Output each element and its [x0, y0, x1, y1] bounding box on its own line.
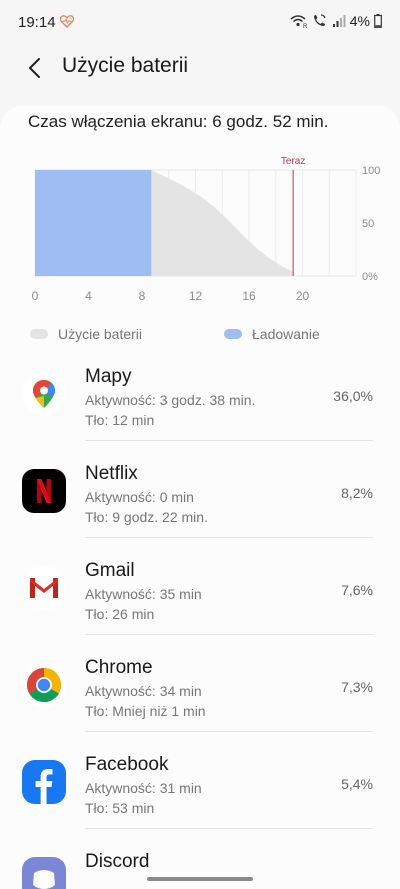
x-tick-label: 20 [296, 289, 310, 303]
app-row-gmail[interactable]: Gmail Aktywność: 35 min Tło: 26 min 7,6% [0, 538, 400, 635]
legend-usage-swatch [30, 329, 48, 339]
home-indicator[interactable] [147, 877, 253, 881]
app-name: Mapy [85, 366, 132, 387]
app-background-time: Tło: 53 min [85, 800, 155, 816]
app-active-time: Aktywność: 0 min [85, 489, 194, 505]
svg-text:R: R [303, 24, 308, 28]
app-usage-percent: 8,2% [341, 485, 373, 501]
app-name: Chrome [85, 657, 153, 678]
health-heart-icon [60, 15, 74, 28]
app-background-time: Tło: 9 godz. 22 min. [85, 509, 208, 525]
legend-charging-swatch [224, 329, 242, 339]
facebook-icon [22, 760, 66, 804]
app-active-time: Aktywność: 31 min [85, 780, 202, 796]
signal-icon [332, 15, 346, 27]
app-usage-percent: 36,0% [333, 388, 373, 404]
x-tick-label: 12 [189, 289, 203, 303]
x-tick-label: 0 [32, 289, 39, 303]
battery-percent: 4% [349, 13, 370, 29]
chrome-icon [22, 663, 66, 707]
app-bar: Użycie baterii [0, 44, 400, 100]
wifi-calling-icon: R [290, 15, 308, 28]
charging-area [35, 170, 152, 276]
app-usage-percent: 5,4% [341, 776, 373, 792]
status-time: 19:14 [18, 14, 56, 31]
y-tick-label: 0% [362, 271, 378, 283]
app-row-mapy[interactable]: Mapy Aktywność: 3 godz. 38 min. Tło: 12 … [0, 344, 400, 441]
chart-legend: Użycie baterii Ładowanie [0, 326, 400, 346]
legend-usage-label: Użycie baterii [58, 326, 143, 342]
legend-charging-label: Ładowanie [252, 326, 320, 342]
now-marker-label: Teraz [281, 156, 305, 167]
status-bar: 19:14 R 4% [0, 0, 400, 44]
battery-usage-chart: Teraz 100 50 0% 0 4 8 12 16 20 [0, 150, 400, 310]
page-title: Użycie baterii [62, 54, 189, 77]
discord-icon [22, 857, 66, 889]
app-background-time: Tło: 26 min [85, 606, 155, 622]
screen-time-summary: Czas włączenia ekranu: 6 godz. 52 min. [28, 112, 329, 131]
gmail-icon [22, 566, 66, 610]
legend-charging: Ładowanie [224, 326, 320, 342]
app-row-facebook[interactable]: Facebook Aktywność: 31 min Tło: 53 min 5… [0, 732, 400, 829]
battery-chart-svg: Teraz 100 50 0% 0 4 8 12 16 20 [32, 156, 381, 303]
y-tick-label: 50 [362, 218, 374, 230]
app-usage-percent: 7,3% [341, 679, 373, 695]
app-name: Netflix [85, 463, 138, 484]
app-name: Discord [85, 851, 150, 872]
y-tick-label: 100 [362, 165, 380, 177]
app-background-time: Tło: 12 min [85, 412, 155, 428]
x-tick-label: 4 [85, 289, 92, 303]
app-active-time: Aktywność: 3 godz. 38 min. [85, 392, 256, 408]
back-arrow-icon[interactable] [18, 50, 54, 86]
google-maps-icon [22, 372, 66, 416]
x-tick-label: 16 [242, 289, 256, 303]
app-row-netflix[interactable]: Netflix Aktywność: 0 min Tło: 9 godz. 22… [0, 441, 400, 538]
legend-usage: Użycie baterii [30, 326, 142, 342]
app-name: Gmail [85, 560, 135, 581]
netflix-icon [22, 469, 66, 513]
app-active-time: Aktywność: 34 min [85, 683, 202, 699]
app-name: Facebook [85, 754, 169, 775]
volte-call-icon [313, 14, 326, 26]
app-active-time: Aktywność: 35 min [85, 586, 202, 602]
app-row-chrome[interactable]: Chrome Aktywność: 34 min Tło: Mniej niż … [0, 635, 400, 732]
status-indicators: R 4% [290, 13, 382, 29]
app-background-time: Tło: Mniej niż 1 min [85, 703, 206, 719]
battery-icon [374, 14, 382, 28]
app-usage-percent: 7,6% [341, 582, 373, 598]
x-tick-label: 8 [139, 289, 146, 303]
